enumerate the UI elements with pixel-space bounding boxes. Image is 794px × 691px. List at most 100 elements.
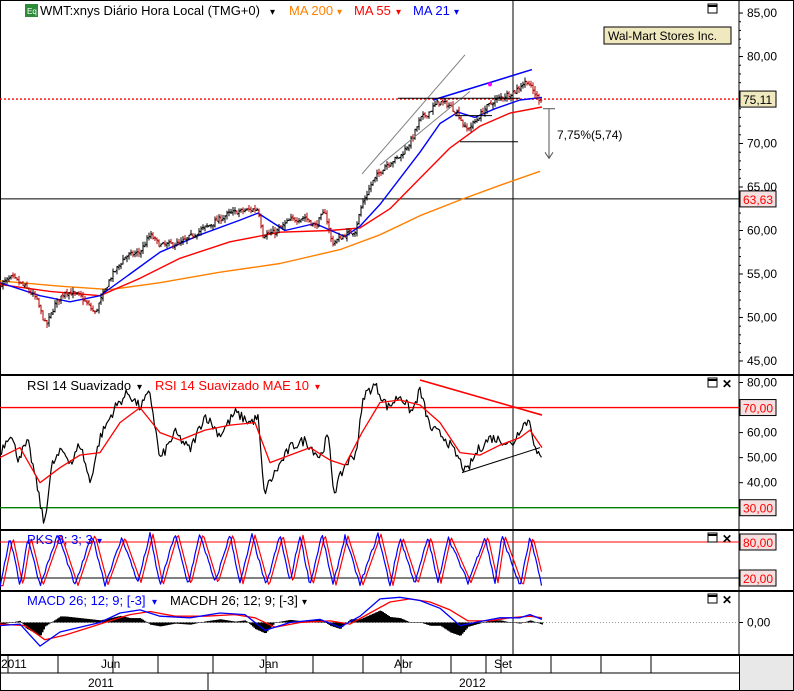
legend-ma200[interactable]: MA 200 (289, 3, 333, 18)
price-tick-label: 45,00 (747, 354, 777, 368)
month-label: Jan (259, 657, 278, 671)
macd-histogram-bar (130, 618, 132, 623)
macd-histogram-bar (196, 622, 198, 624)
macd-histogram-bar (127, 617, 129, 623)
time-axis: 2011 Jun Jan Abr Set 2011 2012 (0, 655, 794, 691)
svg-text:▾[interactable]: ▾ (315, 382, 320, 393)
macd-histogram-bar (166, 622, 168, 626)
macd-close-icon[interactable]: ✕ (722, 593, 732, 607)
svg-text:▾[interactable]: ▾ (454, 7, 459, 18)
price-tick-label: 60,00 (747, 223, 777, 237)
svg-text:▾[interactable]: ▾ (302, 597, 307, 608)
macd-histogram-bar (163, 622, 165, 626)
macd-histogram-bar (541, 622, 543, 625)
svg-text:▾[interactable]: ▾ (396, 7, 401, 18)
macd-histogram-bar (144, 620, 146, 623)
macd-histogram-bar (94, 619, 96, 623)
macd-histogram-bar (171, 622, 173, 625)
macd-title[interactable]: MACD 26; 12; 9; [-3] (27, 593, 146, 608)
legend-ma21[interactable]: MA 21 (413, 3, 450, 18)
macd-histogram-bar (93, 619, 95, 623)
macd-histogram-bar (540, 622, 542, 624)
macdh-title[interactable]: MACDH 26; 12; 9; [-3] (170, 593, 298, 608)
macd-histogram-bar (243, 620, 245, 623)
svg-text:▾[interactable]: ▾ (337, 7, 342, 18)
macd-histogram-bar (498, 620, 500, 623)
macd-histogram-bar (432, 622, 434, 626)
macd-histogram-bar (412, 622, 414, 623)
macd-histogram-bar (147, 622, 149, 623)
macd-histogram-bar (264, 622, 266, 634)
macd-histogram-bar (423, 622, 425, 624)
macd-histogram-bar (283, 621, 285, 623)
macd-histogram-bar (195, 622, 197, 624)
macd-histogram-bar (532, 621, 534, 623)
time-axis-corner (739, 655, 794, 691)
macd-histogram-bar (285, 620, 287, 623)
macd-histogram-bar (160, 622, 162, 627)
macd-histogram-bar (286, 620, 288, 623)
macd-histogram-bar (262, 622, 264, 633)
macd-histogram-bar (223, 619, 225, 623)
macd-histogram-bar (235, 621, 237, 623)
macd-histogram-bar (174, 622, 176, 624)
price-tick-label: 50,00 (747, 310, 777, 324)
macd-histogram-bar (499, 620, 501, 623)
macd-histogram-bar (253, 622, 255, 628)
macd-histogram-bar (9, 622, 11, 623)
rsi-title[interactable]: RSI 14 Suavizado (27, 378, 131, 393)
macd-histogram-bar (216, 619, 218, 623)
macd-histogram-bar (496, 620, 498, 623)
macd-histogram-bar (198, 622, 200, 623)
macd-histogram-bar (393, 617, 395, 623)
macd-histogram-bar (526, 621, 528, 623)
macd-histogram-bar (520, 622, 522, 624)
macd-histogram-bar (133, 618, 135, 623)
macd-histogram-bar (46, 622, 48, 626)
macd-histogram-bar (535, 622, 537, 623)
macd-histogram-bar (12, 622, 14, 623)
macd-histogram-bar (13, 622, 15, 623)
macd-histogram-bar (531, 620, 533, 623)
rsi-mae-title[interactable]: RSI 14 Suavizado MAE 10 (155, 378, 309, 393)
legend-ma55[interactable]: MA 55 (354, 3, 391, 18)
macd-histogram-bar (76, 617, 78, 623)
macd-histogram-bar (22, 622, 24, 625)
macd-histogram-bar (180, 622, 182, 624)
macd-histogram-bar (409, 622, 411, 623)
macd-histogram-bar (58, 617, 60, 623)
macd-histogram-bar (165, 622, 167, 626)
macd-histogram-bar (220, 619, 222, 623)
title-dropdown-arrow[interactable]: ▾ (270, 7, 275, 18)
macd-histogram-bar (483, 622, 485, 623)
macd-histogram-bar (363, 617, 365, 623)
macd-histogram-bar (117, 616, 119, 623)
macd-histogram-bar (487, 621, 489, 623)
svg-text:▾[interactable]: ▾ (137, 382, 142, 393)
macd-histogram-bar (126, 617, 128, 623)
macd-histogram-bar (153, 622, 155, 626)
svg-text:▾[interactable]: ▾ (97, 536, 102, 547)
macd-histogram-bar (399, 617, 401, 623)
macd-histogram-bar (429, 622, 431, 626)
macd-histogram-bar (42, 622, 44, 633)
macd-histogram-bar (55, 619, 57, 623)
macd-histogram-bar (156, 622, 158, 626)
macd-histogram-bar (453, 622, 455, 634)
macd-histogram-bar (402, 618, 404, 623)
macd-histogram-bar (49, 622, 51, 624)
rsi-close-icon[interactable]: ✕ (722, 377, 732, 391)
pks-close-icon[interactable]: ✕ (722, 532, 732, 546)
pks-title[interactable]: PKS 8; 3; 3 (27, 532, 93, 547)
macd-histogram-bar (361, 618, 363, 623)
macd-histogram-bar (279, 621, 281, 623)
macd-histogram-bar (228, 620, 230, 623)
macd-histogram-bar (379, 610, 381, 623)
macd-histogram-bar (451, 622, 453, 633)
svg-text:▾[interactable]: ▾ (152, 597, 157, 608)
macd-histogram-bar (124, 616, 126, 623)
macd-histogram-bar (519, 622, 521, 624)
macd-histogram-bar (169, 622, 171, 625)
price-tick-label: 70,00 (747, 137, 777, 151)
macd-histogram-bar (157, 622, 159, 627)
